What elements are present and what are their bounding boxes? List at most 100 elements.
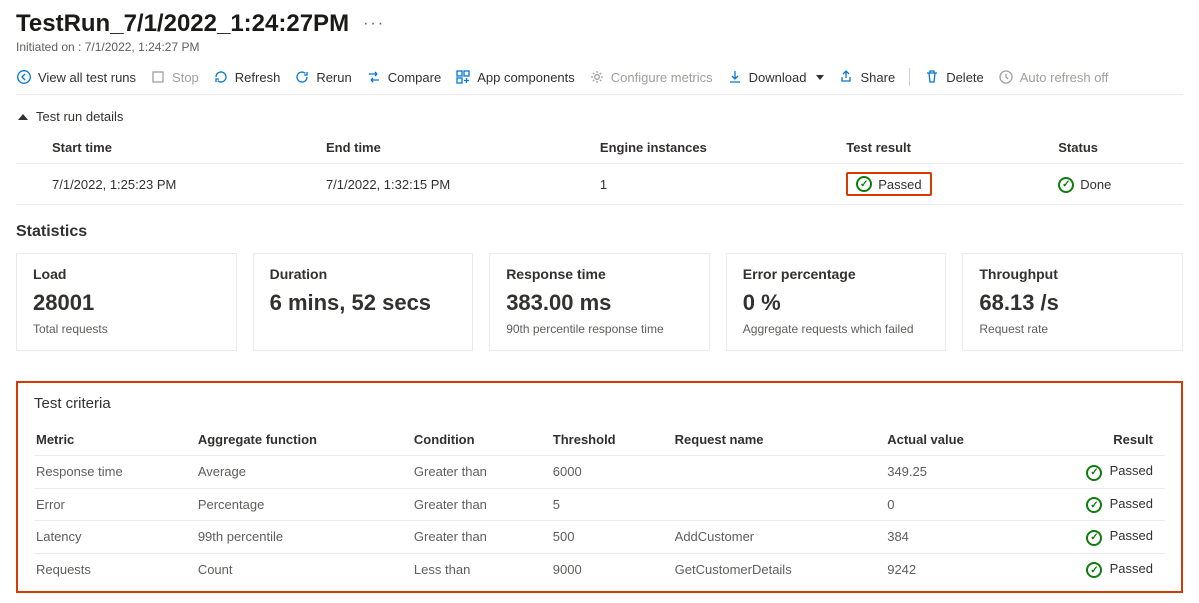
col-threshold: Threshold: [551, 426, 673, 456]
share-button[interactable]: Share: [838, 69, 895, 85]
card-desc: Total requests: [33, 322, 220, 336]
cell-condition: Greater than: [412, 488, 551, 521]
cell-condition: Greater than: [412, 521, 551, 554]
cell-request: [673, 456, 886, 489]
col-status: Status: [1022, 132, 1183, 164]
test-run-details-table: Start time End time Engine instances Tes…: [16, 132, 1183, 205]
col-request: Request name: [673, 426, 886, 456]
card-value: 383.00 ms: [506, 290, 693, 316]
card-label: Load: [33, 266, 220, 282]
check-icon: ✓: [856, 176, 872, 192]
card-label: Duration: [270, 266, 457, 282]
download-button[interactable]: Download: [727, 69, 825, 85]
cell-aggregate: Average: [196, 456, 412, 489]
col-result: Test result: [810, 132, 1022, 164]
stat-card: Load 28001 Total requests: [16, 253, 237, 351]
stop-button: Stop: [150, 69, 199, 85]
toolbar: View all test runs Stop Refresh Rerun Co…: [16, 68, 1183, 95]
card-label: Response time: [506, 266, 693, 282]
card-desc: Aggregate requests which failed: [743, 322, 930, 336]
col-metric: Metric: [34, 426, 196, 456]
col-actual: Actual value: [885, 426, 1030, 456]
cell-start: 7/1/2022, 1:25:23 PM: [16, 164, 290, 205]
refresh-button[interactable]: Refresh: [213, 69, 281, 85]
cell-actual: 9242: [885, 553, 1030, 585]
compare-label: Compare: [388, 70, 441, 85]
cell-actual: 0: [885, 488, 1030, 521]
check-icon: ✓: [1058, 177, 1074, 193]
app-components-label: App components: [477, 70, 575, 85]
rerun-button[interactable]: Rerun: [294, 69, 351, 85]
col-end-time: End time: [290, 132, 564, 164]
refresh-label: Refresh: [235, 70, 281, 85]
share-label: Share: [860, 70, 895, 85]
download-icon: [727, 69, 743, 85]
statistics-heading: Statistics: [16, 223, 1183, 241]
rerun-label: Rerun: [316, 70, 351, 85]
test-criteria-heading: Test criteria: [34, 395, 1165, 412]
refresh-icon: [213, 69, 229, 85]
gear-icon: [589, 69, 605, 85]
configure-metrics-label: Configure metrics: [611, 70, 713, 85]
delete-button[interactable]: Delete: [924, 69, 984, 85]
stat-card: Throughput68.13 /sRequest rate: [962, 253, 1183, 351]
cell-request: GetCustomerDetails: [673, 553, 886, 585]
check-icon: ✓: [1086, 497, 1102, 513]
cell-metric: Requests: [34, 553, 196, 585]
test-criteria-table: Metric Aggregate function Condition Thre…: [34, 426, 1165, 585]
share-icon: [838, 69, 854, 85]
view-all-test-runs-button[interactable]: View all test runs: [16, 69, 136, 85]
auto-refresh-button: Auto refresh off: [998, 69, 1109, 85]
table-row: 7/1/2022, 1:25:23 PM 7/1/2022, 1:32:15 P…: [16, 164, 1183, 205]
chevron-up-icon: [18, 114, 28, 120]
stop-icon: [150, 69, 166, 85]
col-condition: Condition: [412, 426, 551, 456]
chevron-down-icon: [816, 75, 824, 80]
check-icon: ✓: [1086, 530, 1102, 546]
test-run-details-label: Test run details: [36, 109, 123, 124]
clock-icon: [998, 69, 1014, 85]
cell-metric: Latency: [34, 521, 196, 554]
cell-threshold: 9000: [551, 553, 673, 585]
cell-threshold: 500: [551, 521, 673, 554]
test-criteria-section: Test criteria Metric Aggregate function …: [16, 381, 1183, 593]
toolbar-divider: [909, 68, 910, 86]
page-title: TestRun_7/1/2022_1:24:27PM: [16, 10, 349, 38]
cell-aggregate: 99th percentile: [196, 521, 412, 554]
auto-refresh-label: Auto refresh off: [1020, 70, 1109, 85]
rerun-icon: [294, 69, 310, 85]
delete-icon: [924, 69, 940, 85]
cell-request: AddCustomer: [673, 521, 886, 554]
card-desc: Request rate: [979, 322, 1166, 336]
col-aggregate: Aggregate function: [196, 426, 412, 456]
more-button[interactable]: ···: [357, 13, 391, 35]
view-all-label: View all test runs: [38, 70, 136, 85]
cell-result: ✓ Passed: [1030, 488, 1165, 521]
delete-label: Delete: [946, 70, 984, 85]
cell-request: [673, 488, 886, 521]
stat-card: Error percentage0 %Aggregate requests wh…: [726, 253, 947, 351]
card-value: 6 mins, 52 secs: [270, 290, 457, 316]
status-text: Done: [1080, 177, 1111, 192]
cell-status: ✓ Done: [1022, 164, 1183, 205]
cell-engine: 1: [564, 164, 810, 205]
col-engine: Engine instances: [564, 132, 810, 164]
cell-threshold: 5: [551, 488, 673, 521]
app-components-button[interactable]: App components: [455, 69, 575, 85]
card-desc: 90th percentile response time: [506, 322, 693, 336]
cell-result: ✓ Passed: [810, 164, 1022, 205]
card-value: 0 %: [743, 290, 930, 316]
test-run-details-toggle[interactable]: Test run details: [18, 109, 1183, 124]
card-value: 28001: [33, 290, 220, 316]
card-label: Throughput: [979, 266, 1166, 282]
col-result: Result: [1030, 426, 1165, 456]
cell-result: ✓ Passed: [1030, 456, 1165, 489]
check-icon: ✓: [1086, 562, 1102, 578]
cell-threshold: 6000: [551, 456, 673, 489]
cell-actual: 384: [885, 521, 1030, 554]
cell-result: ✓ Passed: [1030, 553, 1165, 585]
stat-card: Duration 6 mins, 52 secs: [253, 253, 474, 351]
result-text: Passed: [878, 177, 921, 192]
compare-button[interactable]: Compare: [366, 69, 441, 85]
cell-aggregate: Percentage: [196, 488, 412, 521]
